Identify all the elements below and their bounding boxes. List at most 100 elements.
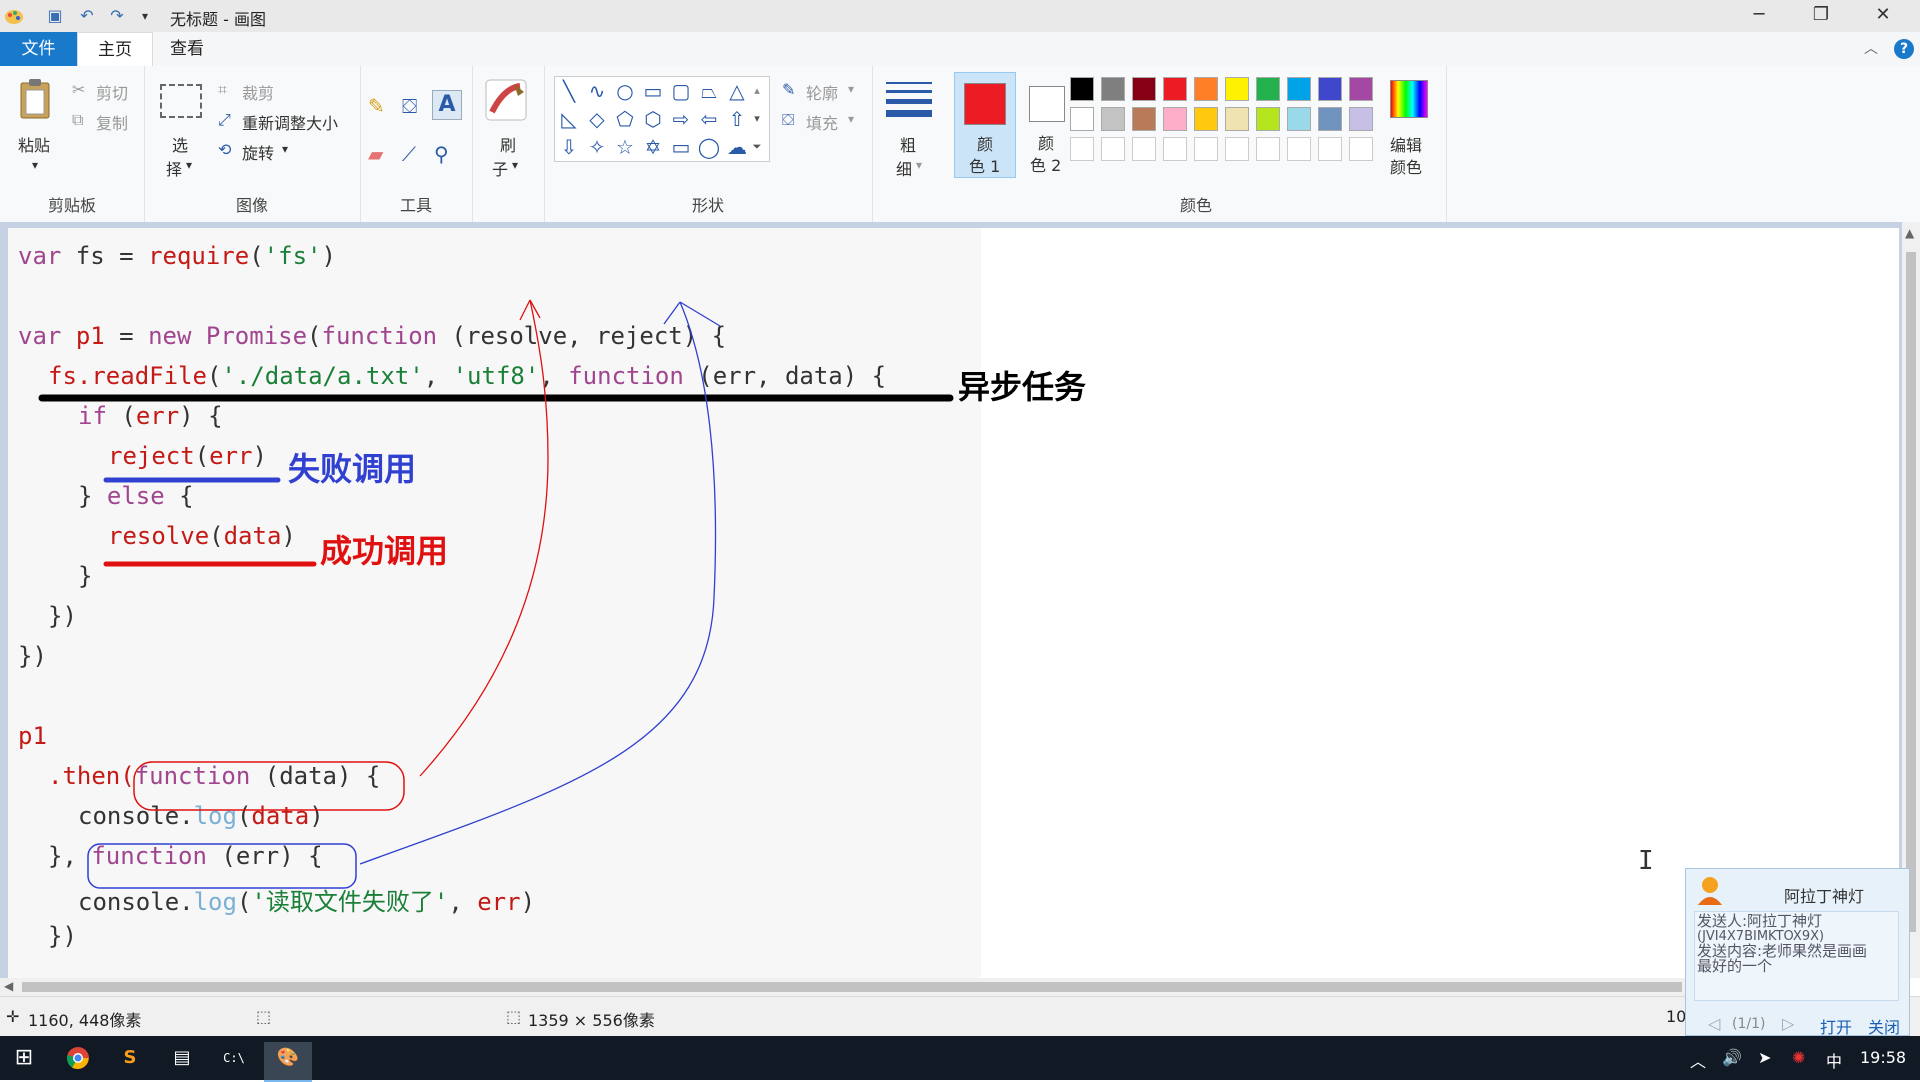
text-tool-icon[interactable]: A: [432, 90, 462, 120]
eraser-icon[interactable]: ▰: [368, 142, 383, 166]
minimize-button[interactable]: ─: [1728, 0, 1790, 32]
color-swatch[interactable]: [1256, 137, 1280, 161]
color-swatch[interactable]: [1163, 77, 1187, 101]
curve-shape-icon[interactable]: ∿: [585, 79, 609, 103]
right-triangle-shape-icon[interactable]: ◺: [557, 107, 581, 131]
crop-button[interactable]: 裁剪: [242, 80, 274, 104]
brush-dropdown-icon[interactable]: ▾: [512, 158, 518, 172]
color1-button[interactable]: 颜 色 1: [954, 72, 1016, 178]
five-point-star-shape-icon[interactable]: ☆: [613, 135, 637, 159]
callout-oval-shape-icon[interactable]: ◯: [697, 135, 721, 159]
color-swatch[interactable]: [1287, 107, 1311, 131]
input-method-indicator[interactable]: 中: [1826, 1048, 1842, 1072]
sublime-text-icon[interactable]: S: [110, 1042, 150, 1074]
scroll-up-icon[interactable]: ▲: [1905, 226, 1914, 240]
down-arrow-shape-icon[interactable]: ⇩: [557, 135, 581, 159]
color-swatch[interactable]: [1163, 107, 1187, 131]
file-explorer-icon[interactable]: ▤: [162, 1042, 202, 1074]
shapes-scroll-up-icon[interactable]: ▴: [749, 79, 765, 103]
select-icon[interactable]: [160, 84, 202, 118]
resize-button[interactable]: 重新调整大小: [242, 110, 338, 134]
fill-button[interactable]: 填充: [806, 110, 838, 134]
security-app-icon[interactable]: ✺: [1792, 1048, 1805, 1067]
outline-button[interactable]: 轮廓: [806, 80, 838, 104]
shapes-scroll-down-icon[interactable]: ▾: [749, 107, 765, 131]
send-icon[interactable]: ➤: [1758, 1048, 1771, 1067]
color-swatch[interactable]: [1163, 137, 1187, 161]
line-size-icon[interactable]: [886, 82, 932, 117]
color-swatch[interactable]: [1194, 107, 1218, 131]
horizontal-scroll-thumb[interactable]: [22, 982, 1682, 992]
six-point-star-shape-icon[interactable]: ✡: [641, 135, 665, 159]
tab-file[interactable]: 文件: [0, 32, 77, 66]
terminal-icon[interactable]: C:\: [214, 1042, 254, 1074]
clock[interactable]: 19:58: [1860, 1048, 1906, 1067]
color-swatch[interactable]: [1349, 137, 1373, 161]
color-swatch[interactable]: [1101, 137, 1125, 161]
select-label-1[interactable]: 选: [172, 132, 188, 156]
color-swatch[interactable]: [1194, 137, 1218, 161]
restore-button[interactable]: ❐: [1790, 0, 1852, 32]
close-button[interactable]: ✕: [1852, 0, 1914, 32]
color-swatch[interactable]: [1256, 77, 1280, 101]
drawing-canvas[interactable]: var fs = require('fs') var p1 = new Prom…: [8, 228, 1899, 978]
color-swatch[interactable]: [1070, 107, 1094, 131]
rotate-button[interactable]: 旋转: [242, 140, 274, 164]
paint-taskbar-icon[interactable]: 🎨: [264, 1042, 312, 1082]
collapse-ribbon-icon[interactable]: ︿: [1864, 38, 1878, 58]
triangle-shape-icon[interactable]: △: [725, 79, 749, 103]
color-swatch[interactable]: [1194, 77, 1218, 101]
outline-dropdown-icon[interactable]: ▾: [848, 82, 854, 96]
color-swatch[interactable]: [1225, 77, 1249, 101]
paste-dropdown-icon[interactable]: ▾: [32, 158, 38, 172]
select-label-2[interactable]: 择: [166, 156, 182, 180]
line-shape-icon[interactable]: ╲: [557, 79, 581, 103]
save-icon[interactable]: ▣: [44, 5, 66, 27]
vertical-scroll-thumb[interactable]: [1906, 252, 1916, 932]
color-swatch[interactable]: [1287, 77, 1311, 101]
notification-close-link[interactable]: 关闭: [1868, 1014, 1900, 1038]
volume-icon[interactable]: 🔊: [1722, 1048, 1742, 1067]
color-swatch[interactable]: [1349, 77, 1373, 101]
chrome-icon[interactable]: [58, 1042, 98, 1074]
color-swatch[interactable]: [1132, 107, 1156, 131]
size-label-1[interactable]: 粗: [900, 132, 916, 156]
horizontal-scrollbar[interactable]: ◀: [0, 978, 1902, 996]
color-swatch[interactable]: [1101, 77, 1125, 101]
tray-expand-icon[interactable]: ︿: [1690, 1048, 1706, 1072]
size-dropdown-icon[interactable]: ▾: [916, 158, 922, 172]
brush-icon[interactable]: [484, 78, 528, 122]
rectangle-shape-icon[interactable]: ▭: [641, 79, 665, 103]
tab-home[interactable]: 主页: [77, 32, 153, 67]
edit-colors-label-2[interactable]: 颜色: [1390, 154, 1422, 178]
edit-colors-icon[interactable]: [1390, 80, 1428, 118]
shapes-more-icon[interactable]: ⏷: [749, 135, 765, 159]
polygon-shape-icon[interactable]: ⏢: [697, 79, 721, 103]
edit-colors-label-1[interactable]: 编辑: [1390, 132, 1422, 156]
callout-cloud-shape-icon[interactable]: ☁: [725, 135, 749, 159]
windows-start-icon[interactable]: ⊞: [4, 1042, 44, 1074]
color-swatch[interactable]: [1132, 77, 1156, 101]
magnifier-icon[interactable]: ⚲: [434, 142, 449, 166]
select-dropdown-icon[interactable]: ▾: [186, 158, 192, 172]
pencil-icon[interactable]: ✎: [368, 94, 385, 118]
color-swatch[interactable]: [1225, 107, 1249, 131]
brush-label-1[interactable]: 刷: [500, 132, 516, 156]
color-swatch[interactable]: [1318, 107, 1342, 131]
color-swatch[interactable]: [1101, 107, 1125, 131]
hexagon-shape-icon[interactable]: ⬡: [641, 107, 665, 131]
diamond-shape-icon[interactable]: ◇: [585, 107, 609, 131]
notification-open-link[interactable]: 打开: [1820, 1014, 1852, 1038]
color-swatch[interactable]: [1256, 107, 1280, 131]
color-swatch[interactable]: [1349, 107, 1373, 131]
fill-dropdown-icon[interactable]: ▾: [848, 112, 854, 126]
rotate-dropdown-icon[interactable]: ▾: [282, 142, 288, 156]
color-picker-icon[interactable]: ⟋: [402, 142, 416, 166]
color-swatch[interactable]: [1318, 137, 1342, 161]
pentagon-shape-icon[interactable]: ⬠: [613, 107, 637, 131]
right-arrow-shape-icon[interactable]: ⇨: [669, 107, 693, 131]
scroll-left-icon[interactable]: ◀: [4, 979, 13, 993]
color-swatch[interactable]: [1132, 137, 1156, 161]
oval-shape-icon[interactable]: ○: [613, 79, 637, 103]
color-swatch[interactable]: [1070, 137, 1094, 161]
